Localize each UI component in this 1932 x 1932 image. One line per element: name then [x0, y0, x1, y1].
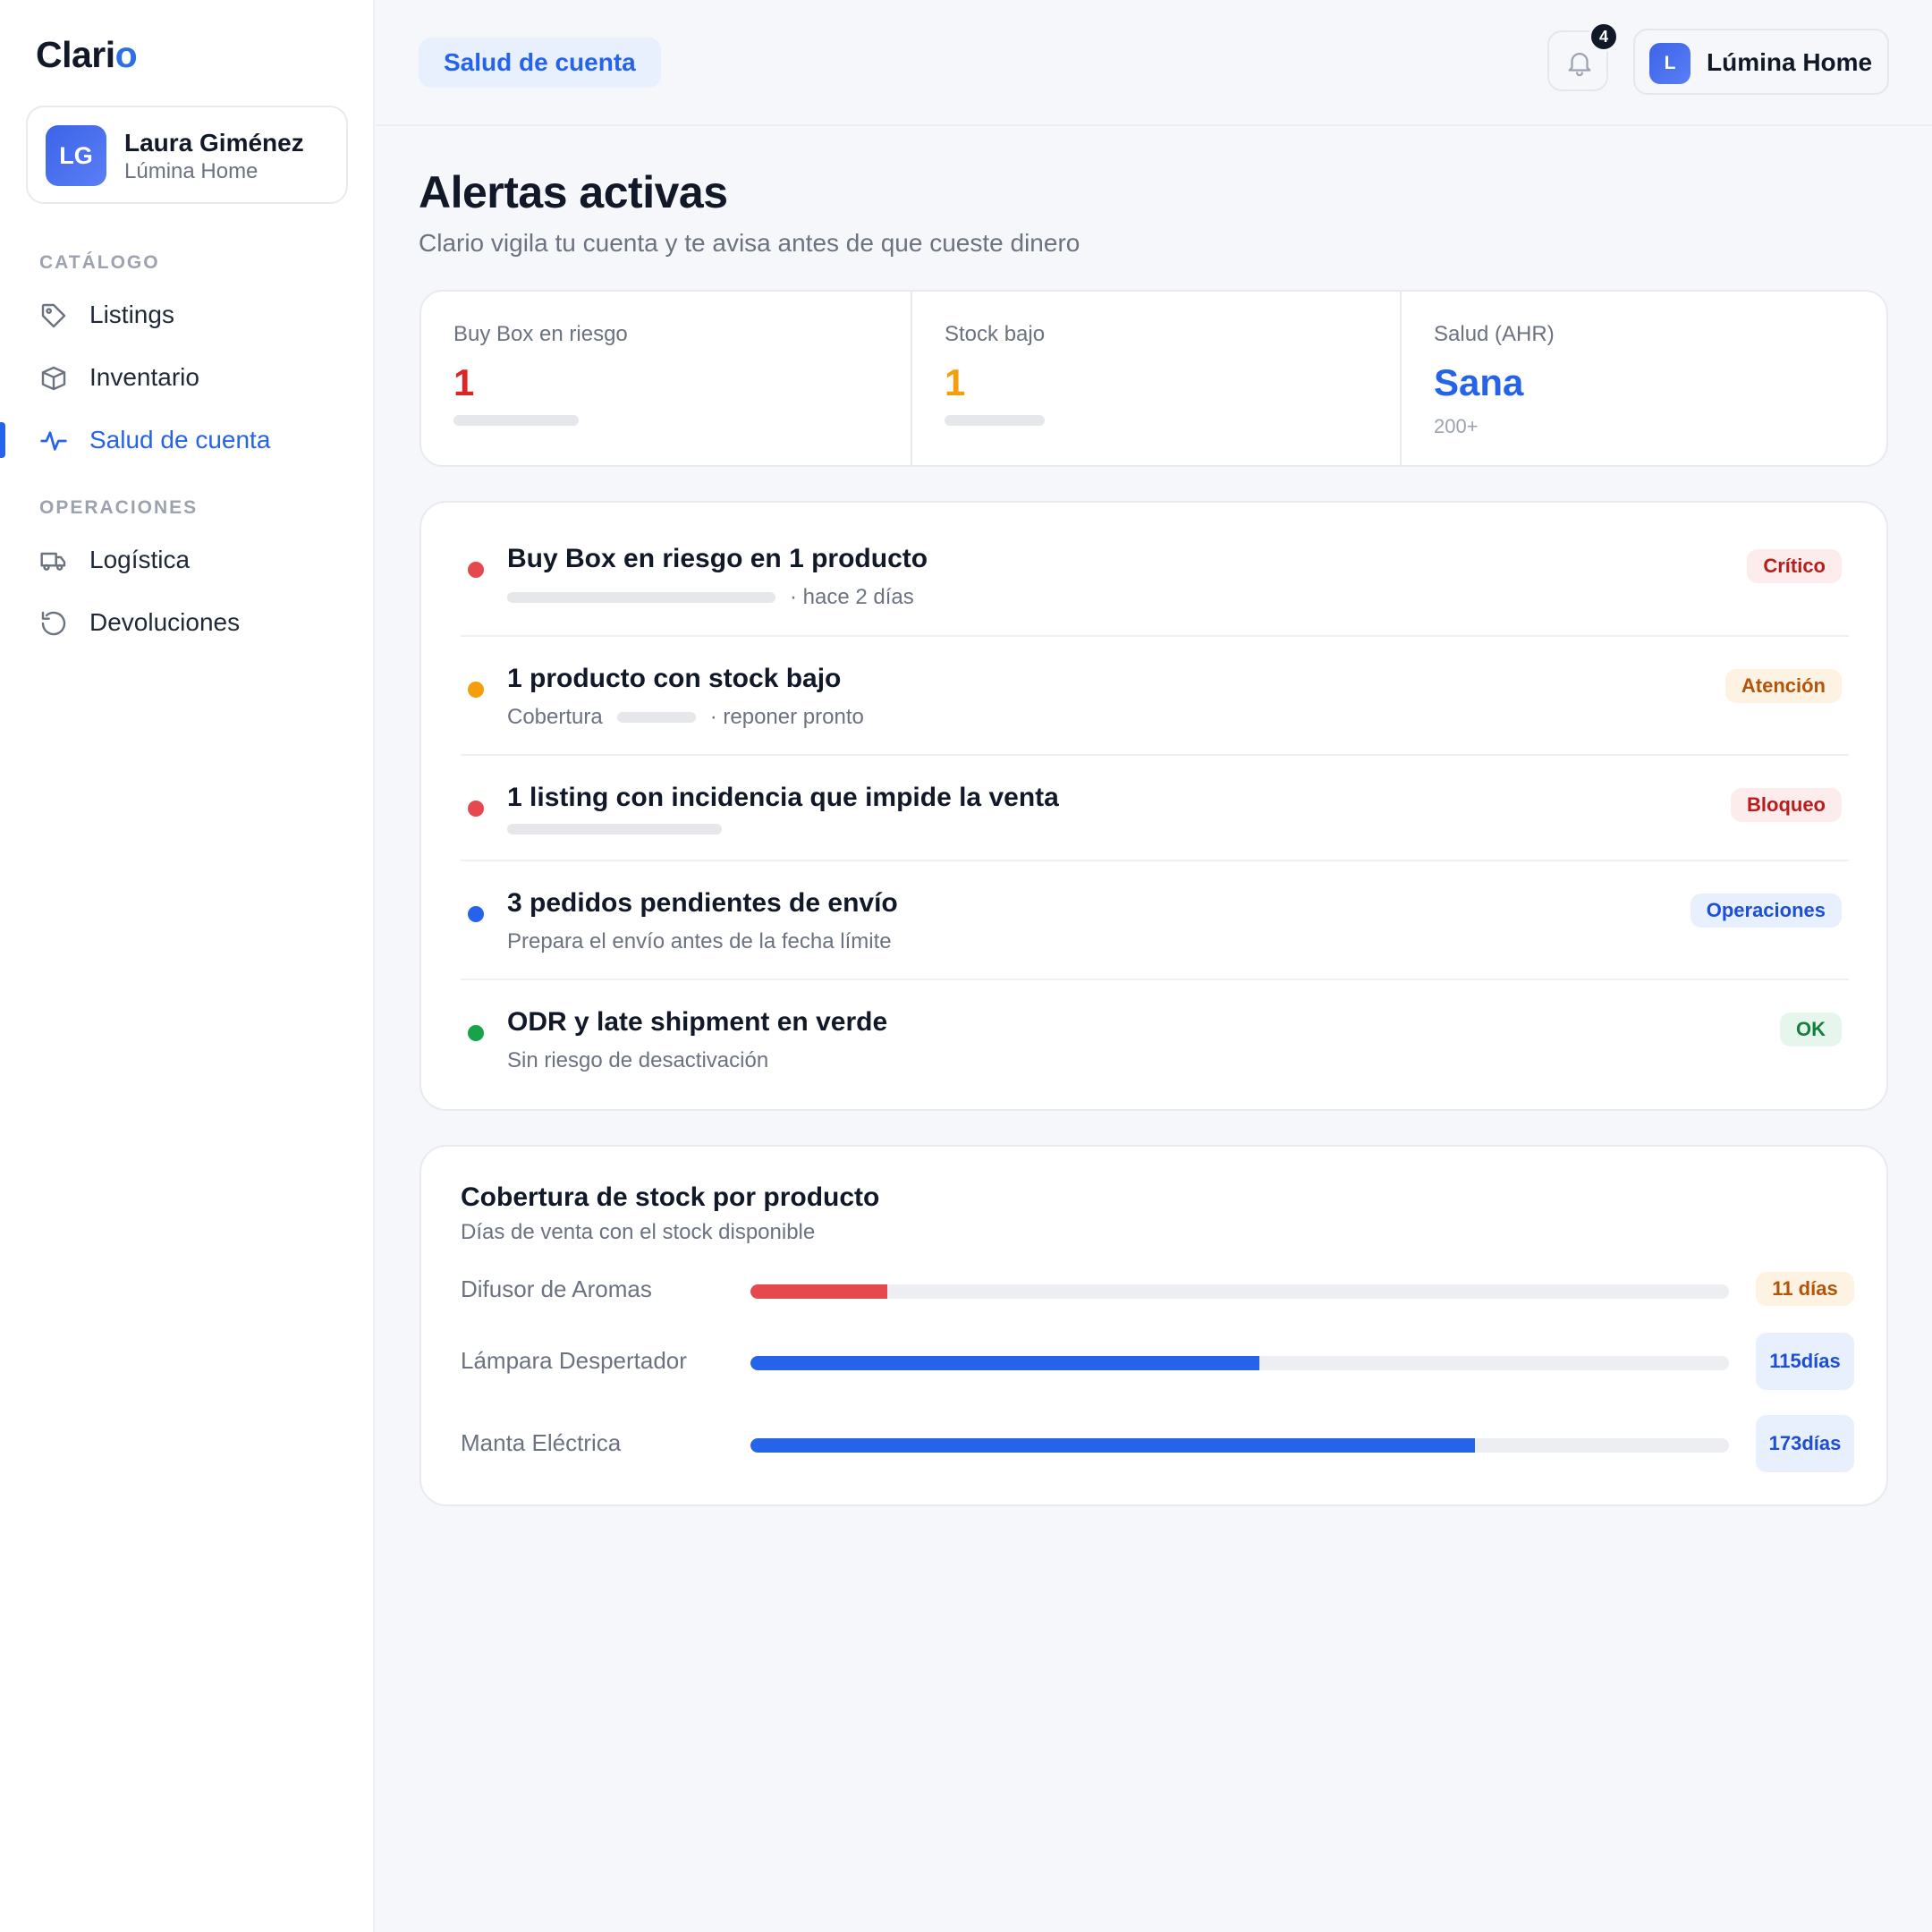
alert-title: Buy Box en riesgo en 1 producto	[507, 544, 928, 573]
user-name: Laura Giménez	[124, 129, 304, 157]
severity-badge: OK	[1780, 1013, 1842, 1046]
days-badge: 11 días	[1756, 1272, 1854, 1306]
sidebar-item-listings[interactable]: Listings	[0, 288, 375, 342]
alerts-card: Buy Box en riesgo en 1 producto · hace 2…	[419, 501, 1888, 1111]
store-switcher[interactable]: L Lúmina Home	[1633, 29, 1889, 95]
alert-meta: Prepara el envío antes de la fecha límit…	[507, 929, 892, 953]
stat-footnote: 200+	[1434, 415, 1479, 437]
coverage-fill	[750, 1356, 1259, 1370]
coverage-track	[750, 1284, 1729, 1299]
alert-title: 3 pedidos pendientes de envío	[507, 888, 898, 918]
section-subtitle: Días de venta con el stock disponible	[461, 1220, 816, 1244]
severity-badge: Crítico	[1747, 549, 1842, 583]
stat-label: Salud (AHR)	[1434, 322, 1555, 346]
alert-meta-text: · reponer pronto	[709, 705, 864, 729]
section-title: Cobertura de stock por producto	[461, 1182, 880, 1212]
refresh-icon	[39, 609, 68, 638]
product-name: Difusor de Aromas	[461, 1275, 652, 1302]
stat-label: Stock bajo	[945, 322, 1046, 346]
sidebar-item-salud-de-cuenta[interactable]: Salud de cuenta	[0, 413, 375, 467]
breadcrumb[interactable]: Salud de cuenta	[419, 38, 661, 88]
stat-stock-bajo[interactable]: Stock bajo 1	[911, 292, 1400, 465]
sidebar-item-label: Inventario	[89, 363, 199, 391]
sidebar-item-inventario[interactable]: Inventario	[0, 351, 375, 404]
alert-meta: Sin riesgo de desactivación	[507, 1048, 769, 1072]
stock-coverage-card: Cobertura de stock por producto Días de …	[419, 1145, 1888, 1506]
sidebar-item-logistica[interactable]: Logística	[0, 533, 375, 587]
avatar: LG	[46, 125, 106, 186]
bell-icon	[1568, 53, 1591, 77]
sidebar-item-label: Logística	[89, 546, 191, 573]
alert-meta-text: Cobertura	[507, 705, 603, 729]
box-icon	[39, 364, 68, 393]
coverage-track	[750, 1438, 1729, 1453]
stat-label: Buy Box en riesgo	[453, 322, 628, 346]
store-avatar: L	[1649, 43, 1690, 84]
tag-icon	[39, 301, 68, 330]
skeleton-bar	[507, 824, 722, 835]
days-badge: 115 días	[1756, 1333, 1854, 1390]
severity-badge: Operaciones	[1690, 894, 1842, 928]
store-name: Lúmina Home	[1707, 48, 1873, 76]
severity-badge: Bloqueo	[1731, 788, 1842, 822]
coverage-track	[750, 1356, 1729, 1370]
stat-value: 1	[945, 361, 966, 403]
activity-icon	[39, 427, 68, 455]
divider	[461, 635, 1849, 637]
severity-dot	[468, 562, 484, 578]
sidebar-item-label: Listings	[89, 301, 174, 328]
stats-card: Buy Box en riesgo 1 Stock bajo 1 Salud (…	[419, 290, 1888, 467]
topbar: Salud de cuenta 4 L Lúmina Home	[376, 0, 1932, 126]
severity-dot	[468, 906, 484, 922]
alert-meta-text: · hace 2 días	[790, 585, 914, 609]
sidebar-item-label: Salud de cuenta	[89, 426, 271, 453]
days-badge: 173 días	[1756, 1415, 1854, 1472]
alert-meta: · hace 2 días	[507, 585, 914, 610]
sidebar-item-label: Devoluciones	[89, 608, 241, 636]
severity-dot	[468, 801, 484, 817]
severity-dot	[468, 1025, 484, 1041]
stat-value: Sana	[1434, 361, 1524, 403]
page-title: Alertas activas	[419, 167, 728, 217]
severity-badge: Atención	[1724, 669, 1842, 703]
notifications-button[interactable]: 4	[1547, 21, 1619, 91]
stat-salud[interactable]: Salud (AHR) Sana 200+	[1400, 292, 1886, 465]
alert-title: 1 producto con stock bajo	[507, 664, 842, 693]
stat-value: 1	[453, 361, 475, 403]
alert-meta	[507, 824, 736, 835]
coverage-fill	[750, 1284, 888, 1299]
sidebar-item-devoluciones[interactable]: Devoluciones	[0, 596, 375, 649]
truck-icon	[39, 547, 68, 575]
skeleton-bar	[453, 415, 579, 426]
alert-meta: Cobertura · reponer pronto	[507, 705, 864, 730]
nav-section-operaciones: OPERACIONES	[39, 497, 199, 518]
skeleton-bar	[507, 592, 775, 603]
alert-title: 1 listing con incidencia que impide la v…	[507, 783, 1059, 812]
user-store: Lúmina Home	[124, 159, 258, 183]
product-name: Lámpara Despertador	[461, 1347, 687, 1374]
severity-dot	[468, 682, 484, 698]
divider	[461, 754, 1849, 756]
skeleton-bar	[945, 415, 1045, 426]
sidebar: Clario LG Laura Giménez Lúmina Home CATÁ…	[0, 0, 375, 1932]
coverage-fill	[750, 1438, 1475, 1453]
product-name: Manta Eléctrica	[461, 1429, 622, 1456]
page-subtitle: Clario vigila tu cuenta y te avisa antes…	[419, 229, 1080, 257]
divider	[461, 979, 1849, 980]
notification-badge: 4	[1589, 21, 1619, 52]
user-card[interactable]: LG Laura Giménez Lúmina Home	[26, 106, 348, 204]
alert-title: ODR y late shipment en verde	[507, 1007, 888, 1037]
app-logo[interactable]: Clario	[36, 34, 138, 76]
active-indicator	[0, 422, 5, 458]
divider	[461, 860, 1849, 861]
nav-section-catalogo: CATÁLOGO	[39, 252, 160, 273]
stat-buybox[interactable]: Buy Box en riesgo 1	[421, 292, 911, 465]
skeleton-bar	[616, 712, 696, 723]
